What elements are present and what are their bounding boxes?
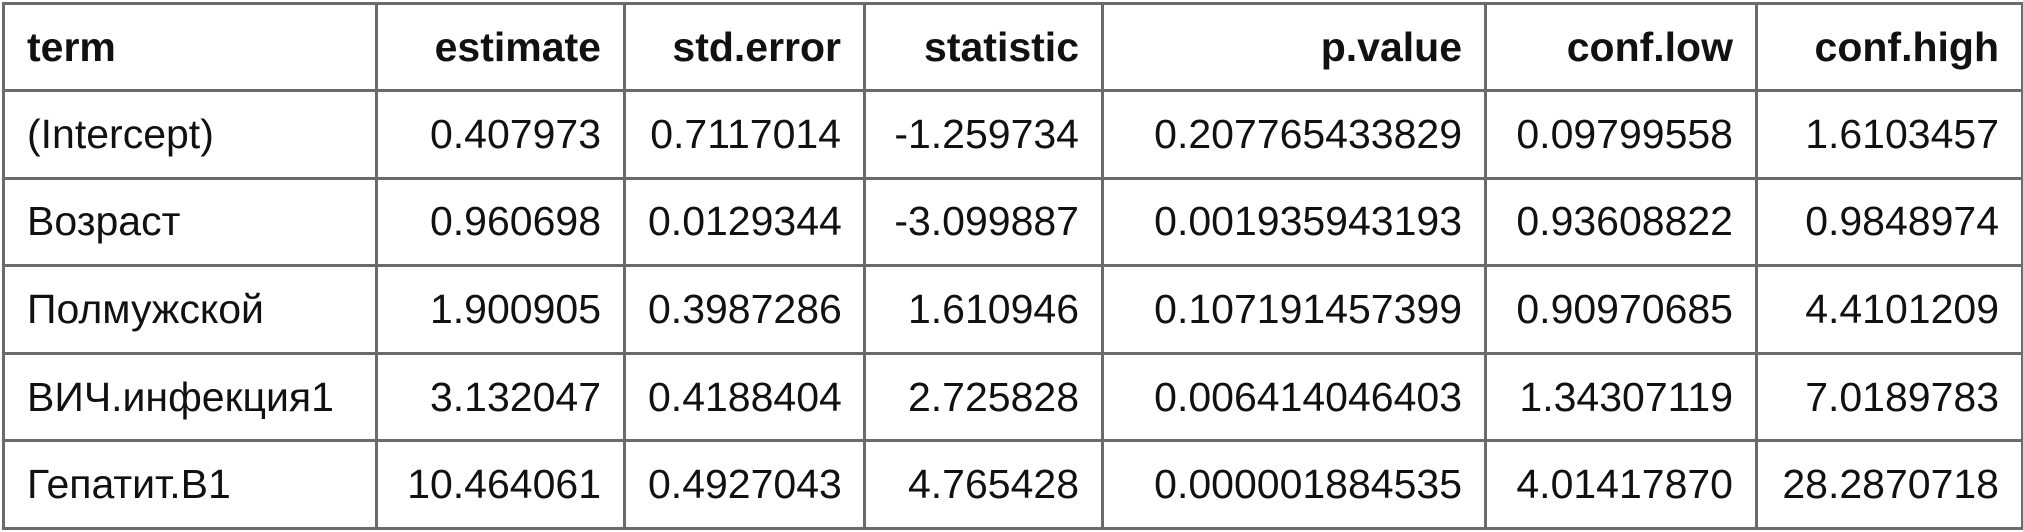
column-header-conf-low: conf.low <box>1484 2 1758 92</box>
cell-p-value: 0.001935943193 <box>1101 176 1487 268</box>
cell-term: Полмужской <box>2 264 378 355</box>
cell-term: ВИЧ.инфекция1 <box>2 351 378 443</box>
cell-statistic: 2.725828 <box>863 351 1104 443</box>
column-header-conf-high: conf.high <box>1755 2 2023 92</box>
cell-std-error: 0.0129344 <box>623 176 866 268</box>
cell-p-value: 0.207765433829 <box>1101 89 1487 180</box>
cell-conf-high: 1.6103457 <box>1755 89 2023 180</box>
cell-std-error: 0.7117014 <box>623 89 866 180</box>
table-row: ВИЧ.инфекция1 3.132047 0.4188404 2.72582… <box>2 351 2023 443</box>
column-header-estimate: estimate <box>375 2 626 92</box>
cell-estimate: 0.960698 <box>375 176 626 268</box>
cell-term: (Intercept) <box>2 89 378 180</box>
column-header-statistic: statistic <box>863 2 1104 92</box>
cell-conf-high: 28.2870718 <box>1755 439 2023 530</box>
cell-estimate: 0.407973 <box>375 89 626 180</box>
cell-estimate: 10.464061 <box>375 439 626 530</box>
cell-conf-low: 0.09799558 <box>1484 89 1758 180</box>
column-header-std-error: std.error <box>623 2 866 92</box>
cell-conf-low: 4.01417870 <box>1484 439 1758 530</box>
cell-conf-low: 1.34307119 <box>1484 351 1758 443</box>
cell-statistic: 1.610946 <box>863 264 1104 355</box>
regression-results-table-container: term estimate std.error statistic p.valu… <box>2 2 2023 530</box>
table-row: Гепатит.B1 10.464061 0.4927043 4.765428 … <box>2 439 2023 530</box>
table-row: Полмужской 1.900905 0.3987286 1.610946 0… <box>2 264 2023 355</box>
column-header-term: term <box>2 2 378 92</box>
regression-results-table: term estimate std.error statistic p.valu… <box>2 2 2023 530</box>
cell-term: Гепатит.B1 <box>2 439 378 530</box>
cell-estimate: 3.132047 <box>375 351 626 443</box>
cell-std-error: 0.4188404 <box>623 351 866 443</box>
cell-conf-low: 0.93608822 <box>1484 176 1758 268</box>
cell-conf-high: 4.4101209 <box>1755 264 2023 355</box>
cell-conf-low: 0.90970685 <box>1484 264 1758 355</box>
cell-statistic: 4.765428 <box>863 439 1104 530</box>
cell-statistic: -1.259734 <box>863 89 1104 180</box>
cell-term: Возраст <box>2 176 378 268</box>
table-row: (Intercept) 0.407973 0.7117014 -1.259734… <box>2 89 2023 180</box>
cell-conf-high: 7.0189783 <box>1755 351 2023 443</box>
cell-p-value: 0.006414046403 <box>1101 351 1487 443</box>
table-row: Возраст 0.960698 0.0129344 -3.099887 0.0… <box>2 176 2023 268</box>
cell-p-value: 0.000001884535 <box>1101 439 1487 530</box>
column-header-p-value: p.value <box>1101 2 1487 92</box>
cell-estimate: 1.900905 <box>375 264 626 355</box>
cell-std-error: 0.4927043 <box>623 439 866 530</box>
header-row: term estimate std.error statistic p.valu… <box>2 2 2023 92</box>
cell-conf-high: 0.9848974 <box>1755 176 2023 268</box>
cell-statistic: -3.099887 <box>863 176 1104 268</box>
cell-std-error: 0.3987286 <box>623 264 866 355</box>
cell-p-value: 0.107191457399 <box>1101 264 1487 355</box>
